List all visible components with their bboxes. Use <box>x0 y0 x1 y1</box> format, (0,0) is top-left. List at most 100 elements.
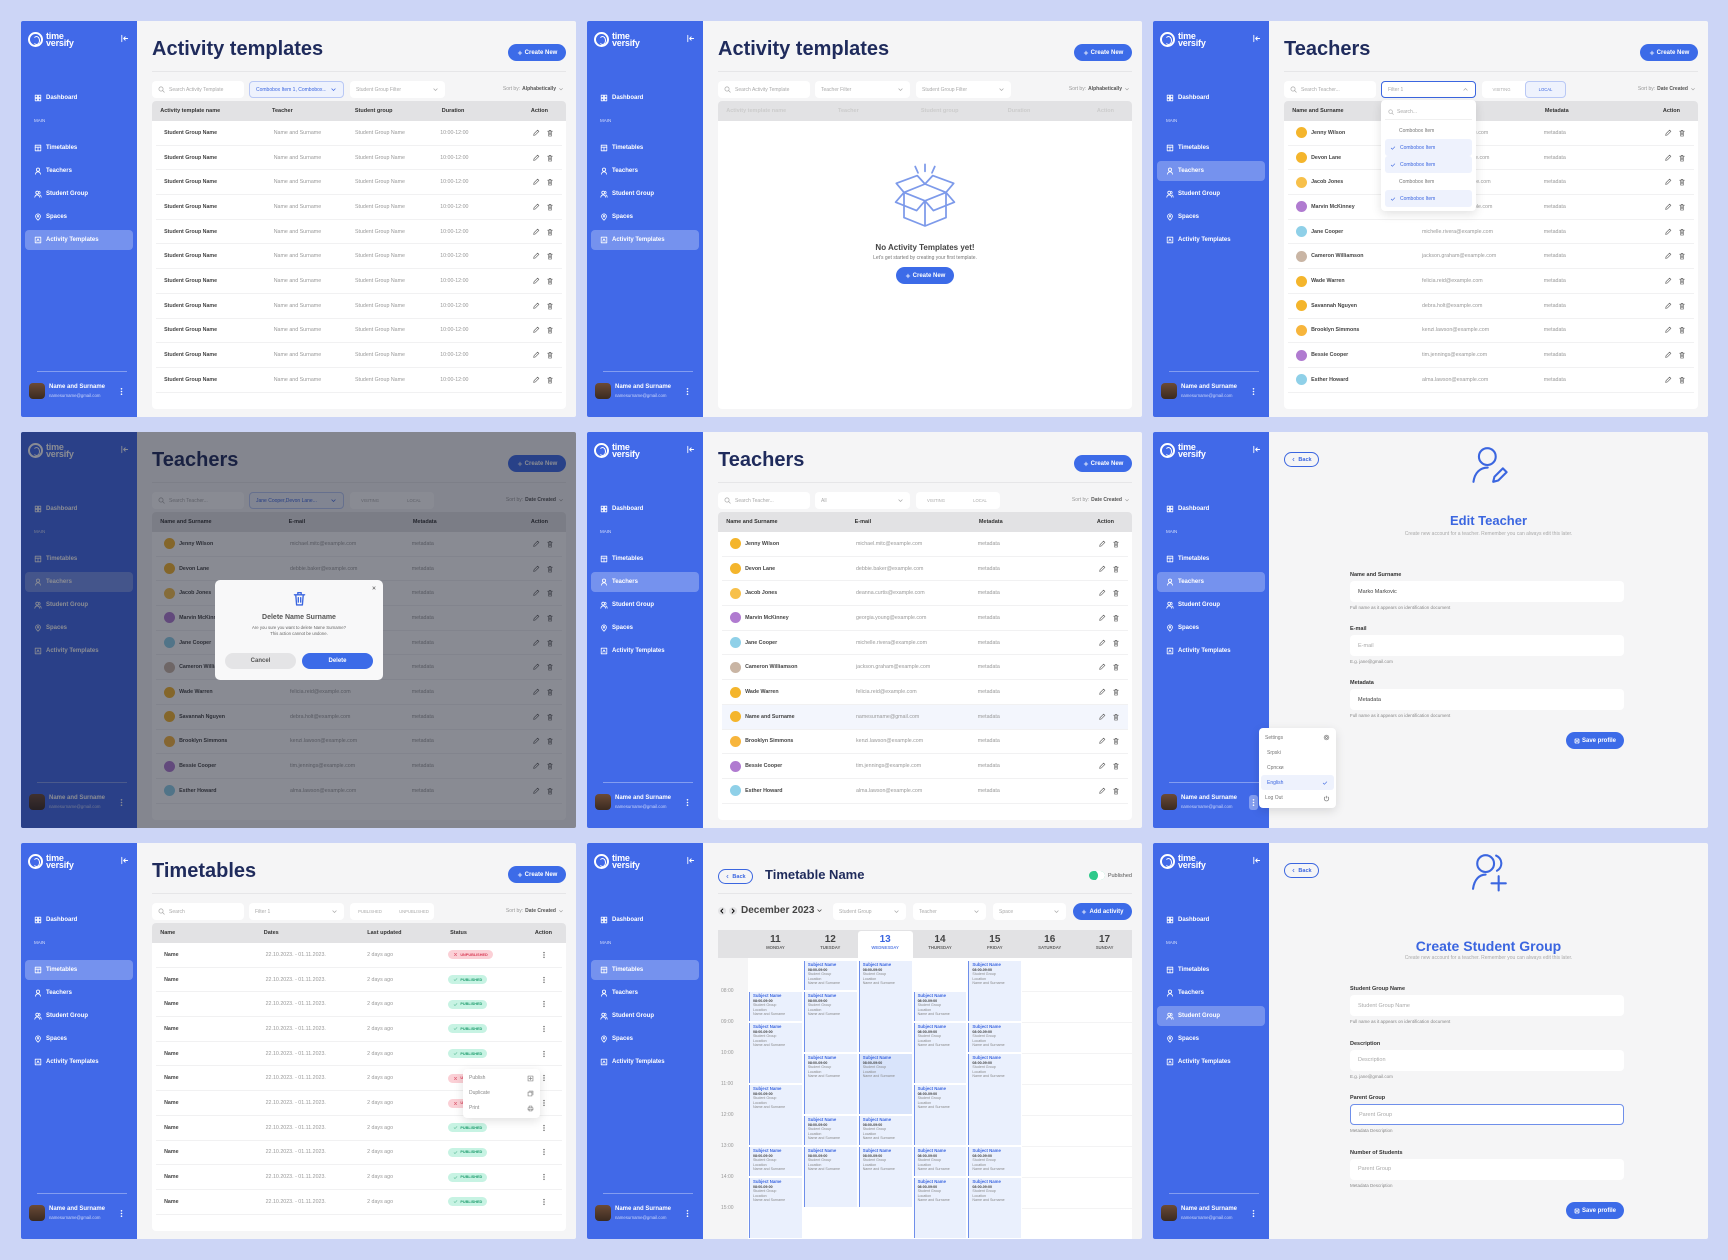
next-week-icon[interactable] <box>729 907 737 915</box>
edit-icon[interactable] <box>1664 326 1672 334</box>
day-header[interactable]: 11 MONDAY <box>748 931 803 958</box>
column-header[interactable]: Dates <box>264 923 279 943</box>
sidebar-item-activity-templates[interactable]: Activity Templates <box>25 230 133 250</box>
table-row[interactable]: Name 22.10.2023. - 01.11.2023. 2 days ago P… <box>156 1116 562 1141</box>
collapse-sidebar-icon[interactable] <box>120 34 129 43</box>
column-header[interactable]: Duration <box>1008 101 1031 121</box>
day-header[interactable]: 15 FRIDAY <box>967 931 1022 958</box>
day-header[interactable]: 17 SUNDAY <box>1077 931 1132 958</box>
sidebar-item-teachers[interactable]: Teachers <box>1157 161 1265 181</box>
edit-icon[interactable] <box>532 129 540 137</box>
trash-icon[interactable] <box>546 228 554 236</box>
sidebar-item-student-group[interactable]: Student Group <box>25 184 133 204</box>
sidebar-item-dashboard[interactable]: Dashboard <box>25 88 133 108</box>
edit-icon[interactable] <box>1098 713 1106 721</box>
edit-icon[interactable] <box>1664 351 1672 359</box>
filter-dropdown[interactable]: Student Group Filter <box>916 81 1011 98</box>
table-row[interactable]: Devon Lanedebbie.baker@example.commetada… <box>722 557 1128 582</box>
collapse-sidebar-icon[interactable] <box>1252 445 1261 454</box>
trash-icon[interactable] <box>1112 787 1120 795</box>
table-row[interactable]: Name and Surname namesurname@gmail.com met… <box>722 704 1128 730</box>
sidebar-item-spaces[interactable]: Spaces <box>591 1029 699 1049</box>
table-row[interactable]: Student Group Name Name and Surname Studen… <box>156 121 562 146</box>
column-header[interactable]: Duration <box>442 101 465 121</box>
edit-icon[interactable] <box>532 228 540 236</box>
create-new-button[interactable]: Create New <box>896 267 954 284</box>
trash-icon[interactable] <box>1112 540 1120 548</box>
column-header[interactable]: Name <box>160 923 175 943</box>
menu-item-language[interactable]: English <box>1261 775 1334 790</box>
more-vertical-icon[interactable] <box>540 1074 548 1082</box>
column-header[interactable]: Last updated <box>367 923 401 943</box>
trash-icon[interactable] <box>1112 565 1120 573</box>
table-row[interactable]: Name 22.10.2023. - 01.11.2023. 2 days ago U… <box>156 943 562 968</box>
trash-icon[interactable] <box>1112 688 1120 696</box>
search-input[interactable]: Search <box>152 903 244 920</box>
number-of-students-input[interactable] <box>1350 1158 1624 1180</box>
sort-dropdown[interactable]: Sort by:Date Created <box>1638 86 1696 92</box>
column-header[interactable]: Teacher <box>838 101 859 121</box>
calendar-event[interactable]: Subject Name 08:00-09:00 Student Group Loca… <box>913 1147 967 1176</box>
edit-icon[interactable] <box>1098 565 1106 573</box>
edit-icon[interactable] <box>532 203 540 211</box>
edit-icon[interactable] <box>1664 228 1672 236</box>
sidebar-item-timetables[interactable]: Timetables <box>25 138 133 158</box>
sidebar-item-teachers[interactable]: Teachers <box>25 161 133 181</box>
calendar-event[interactable]: Subject Name 08:00-09:00 Student Group Loca… <box>749 1178 802 1238</box>
table-row[interactable]: Marvin McKinney georgia.young@example.com… <box>722 606 1128 631</box>
filter-dropdown[interactable]: All <box>815 492 910 509</box>
sidebar-item-timetables[interactable]: Timetables <box>25 960 133 980</box>
collapse-sidebar-icon[interactable] <box>120 856 129 865</box>
column-header[interactable]: Student group <box>355 101 393 121</box>
trash-icon[interactable] <box>1678 203 1686 211</box>
sort-dropdown[interactable]: Sort by:Date Created <box>506 908 564 914</box>
sidebar-item-timetables[interactable]: Timetables <box>1157 960 1265 980</box>
column-header[interactable]: E-mail <box>855 512 872 532</box>
table-row[interactable]: Name 22.10.2023. - 01.11.2023. 2 days ago P… <box>156 1042 562 1067</box>
filter-dropdown[interactable]: Filter 1 <box>249 903 344 920</box>
collapse-sidebar-icon[interactable] <box>1252 856 1261 865</box>
more-vertical-icon[interactable] <box>540 1173 548 1181</box>
sidebar-item-timetables[interactable]: Timetables <box>591 549 699 569</box>
sidebar-item-activity-templates[interactable]: Activity Templates <box>1157 1052 1265 1072</box>
trash-icon[interactable] <box>1678 228 1686 236</box>
back-button[interactable]: Back <box>1284 863 1319 878</box>
context-menu-item[interactable]: Duplicate <box>463 1086 540 1101</box>
filter-dropdown[interactable]: Teacher Filter <box>815 81 910 98</box>
sidebar-item-dashboard[interactable]: Dashboard <box>1157 910 1265 930</box>
sidebar-item-spaces[interactable]: Spaces <box>591 618 699 638</box>
student-group-select[interactable]: Student Group <box>833 903 906 920</box>
save-profile-button[interactable]: Save profile <box>1566 1202 1624 1219</box>
sidebar-item-student-group[interactable]: Student Group <box>25 1006 133 1026</box>
table-row[interactable]: Brooklyn Simmons kenzi.lawson@example.com… <box>1288 319 1694 344</box>
segmented-toggle[interactable]: VISITINGLOCAL <box>916 492 1000 509</box>
context-menu-item[interactable]: Print <box>463 1101 540 1116</box>
trash-icon[interactable] <box>1112 589 1120 597</box>
sidebar-item-spaces[interactable]: Spaces <box>1157 618 1265 638</box>
edit-icon[interactable] <box>1098 589 1106 597</box>
table-row[interactable]: Devon Lanedebbie.baker@example.commetada… <box>1288 146 1694 171</box>
sidebar-item-student-group[interactable]: Student Group <box>591 1006 699 1026</box>
calendar-event[interactable]: Subject Name 08:00-09:00 Student Group Loca… <box>913 1085 967 1145</box>
column-header[interactable]: Activity template name <box>160 101 220 121</box>
published-toggle[interactable]: Published <box>1088 871 1132 880</box>
more-vertical-icon[interactable] <box>540 976 548 984</box>
edit-icon[interactable] <box>532 277 540 285</box>
student-group-name-input[interactable] <box>1350 995 1624 1016</box>
table-row[interactable]: Wade Warren felicia.reid@example.com metad… <box>722 680 1128 705</box>
calendar-event[interactable]: Subject Name 08:00-09:00 Student Group Loca… <box>749 1147 802 1176</box>
dropdown-option[interactable]: Combobox Item <box>1385 139 1472 156</box>
trash-icon[interactable] <box>546 129 554 137</box>
add-activity-button[interactable]: Add activity <box>1073 903 1132 920</box>
search-input[interactable]: Search Activity Template <box>152 81 244 98</box>
edit-icon[interactable] <box>532 326 540 334</box>
calendar-event[interactable]: Subject Name 08:00-09:00 Student Group Loca… <box>858 1054 912 1114</box>
calendar-event[interactable]: Subject Name 08:00-09:00 Student Group Loca… <box>803 1054 857 1114</box>
sidebar-item-teachers[interactable]: Teachers <box>591 572 699 592</box>
edit-icon[interactable] <box>1664 203 1672 211</box>
table-row[interactable]: Jenny Wilson michael.mitc@example.com meta… <box>722 532 1128 557</box>
trash-icon[interactable] <box>1112 762 1120 770</box>
table-row[interactable]: Student Group Name Name and Surname Studen… <box>156 170 562 196</box>
space-select[interactable]: Space <box>993 903 1066 920</box>
segment-local[interactable]: LOCAL <box>960 492 1000 509</box>
